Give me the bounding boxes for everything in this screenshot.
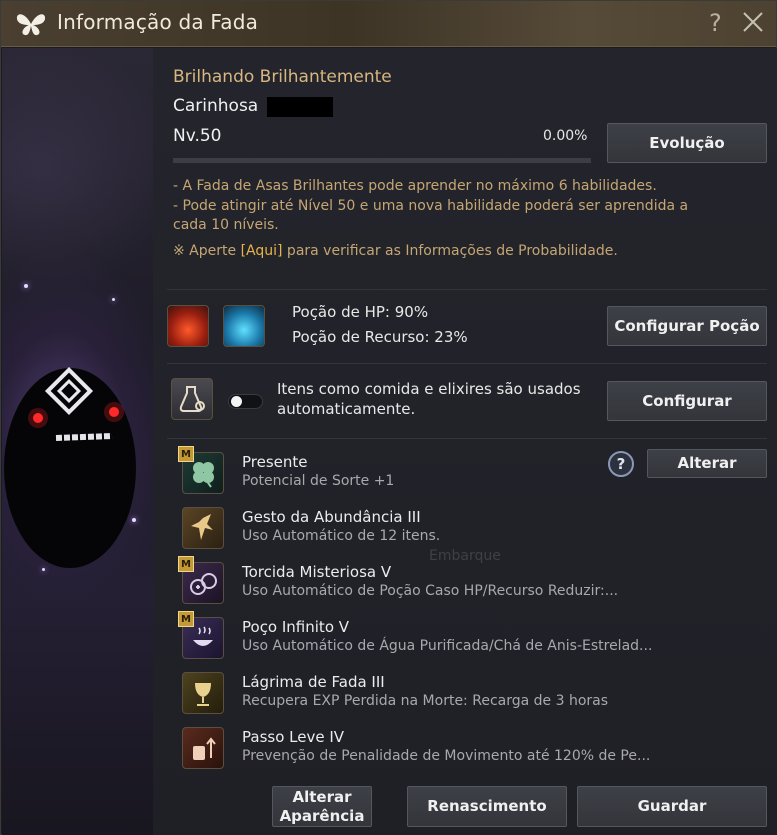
m-badge: M: [178, 446, 194, 462]
weight-glyph: [193, 737, 216, 760]
exp-bar: [173, 158, 591, 163]
sparkle: [42, 568, 45, 571]
skill-desc: Recupera EXP Perdida na Morte: Recarga d…: [242, 693, 609, 709]
configure-button[interactable]: Configurar: [607, 381, 767, 421]
description-line: cada 10 níveis.: [173, 217, 279, 233]
skills-help-icon[interactable]: ?: [608, 451, 634, 477]
auto-use-text: Itens como comida e elixires são usados …: [277, 380, 581, 418]
m-badge: M: [178, 556, 194, 572]
help-button[interactable]: ?: [709, 9, 722, 37]
change-appearance-button[interactable]: Alterar Aparência: [272, 786, 372, 827]
skill-name: Gesto da Abundância III: [242, 508, 421, 526]
fairy-level: Nv.50: [173, 126, 222, 146]
toggle-knob: [231, 396, 242, 407]
exp-percent: 0.00%: [543, 128, 588, 144]
fairy-glyph: [191, 514, 213, 540]
divider: [167, 363, 767, 364]
skill-name: Poço Infinito V: [242, 618, 350, 636]
skill-desc: Potencial de Sorte +1: [242, 473, 395, 489]
probability-suffix: para verificar as Informações de Probabi…: [282, 243, 618, 259]
chalice-icon[interactable]: [182, 672, 224, 714]
m-badge: M: [178, 611, 194, 627]
elixir-gear-icon: [171, 378, 213, 420]
skill-name: Passo Leve IV: [242, 728, 345, 746]
flask-icon: [179, 386, 205, 412]
skill-name: Lágrima de Fada III: [242, 673, 385, 691]
divider: [167, 438, 767, 439]
fairy-personality: Carinhosa: [173, 96, 259, 116]
fairy-icon[interactable]: [182, 507, 224, 549]
description-line: - A Fada de Asas Brilhantes pode aprende…: [173, 178, 657, 194]
window-title: Informação da Fada: [57, 10, 259, 34]
fairy-portrait: [2, 48, 153, 835]
auto-use-toggle[interactable]: [228, 394, 263, 409]
title-bar[interactable]: Informação da Fada ?: [1, 1, 776, 47]
evolve-button[interactable]: Evolução: [607, 123, 767, 163]
close-icon[interactable]: [741, 10, 765, 34]
skill-name: Presente: [242, 453, 308, 471]
weight-icon[interactable]: [182, 727, 224, 769]
change-appearance-label-2: Aparência: [279, 806, 365, 825]
change-skill-button[interactable]: Alterar: [647, 449, 767, 478]
probability-link[interactable]: [Aqui]: [241, 243, 283, 259]
change-appearance-label-1: Alterar: [292, 787, 352, 806]
watermark-text: Embarque: [429, 548, 501, 564]
resource-potion-label: Poção de Recurso: 23%: [292, 328, 468, 346]
fairy-name: Brilhando Brilhantemente: [173, 67, 392, 87]
fairy-info-window: Informação da Fada ? Brilhando Brilhante…: [0, 0, 777, 835]
butterfly-icon: [16, 14, 46, 36]
chalice-glyph: [195, 683, 211, 706]
description-line: - Pode atingir até Nível 50 e uma nova h…: [173, 198, 689, 214]
hp-potion-icon[interactable]: [167, 305, 209, 347]
probability-note: ※ Aperte [Aqui] para verificar as Inform…: [173, 241, 618, 261]
store-button[interactable]: Guardar: [577, 786, 767, 827]
rebirth-button[interactable]: Renascimento: [407, 786, 567, 827]
resource-potion-icon[interactable]: [223, 305, 265, 347]
skill-desc: Prevenção de Penalidade de Movimento até…: [242, 748, 651, 764]
skill-name: Torcida Misteriosa V: [242, 563, 392, 581]
hp-potion-label: Poção de HP: 90%: [292, 303, 429, 321]
configure-potion-button[interactable]: Configurar Poção: [607, 306, 767, 346]
skill-desc: Uso Automático de Poção Caso HP/Recurso …: [242, 583, 619, 599]
fairy-creature-image: [4, 366, 136, 568]
divider: [167, 289, 767, 290]
info-panel: [153, 48, 777, 835]
probability-prefix: ※ Aperte: [173, 243, 241, 259]
sparkle: [112, 298, 115, 301]
redacted-owner: [267, 97, 333, 117]
skill-desc: Uso Automático de Água Purificada/Chá de…: [242, 638, 653, 654]
skill-desc: Uso Automático de 12 itens.: [242, 528, 441, 544]
sparkle: [24, 284, 28, 288]
